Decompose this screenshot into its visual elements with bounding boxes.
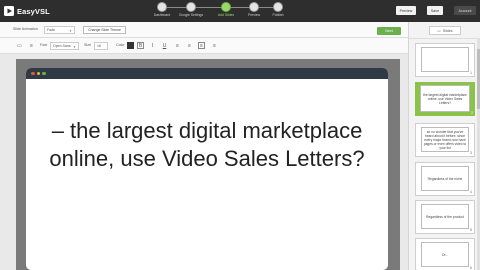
preview-button[interactable]: Preview — [396, 6, 416, 15]
font-select[interactable]: Open Sans ▼ — [50, 42, 79, 50]
align-center-icon[interactable]: ≡ — [186, 42, 193, 49]
slide-preview-window[interactable]: – the largest digital marketplace online… — [26, 68, 388, 270]
slide-thumbnail[interactable]: Regardless of the niche 4 — [415, 162, 475, 196]
preview-button-label: Preview — [399, 8, 413, 13]
top-bar: EasyVSL Dashboard Google Settings Add Sl… — [0, 0, 480, 22]
close-dot-icon — [31, 71, 35, 76]
thumbnail-number: 2 — [471, 111, 473, 115]
text-format-toolbar: ▭ ≡ Font Open Sans ▼ Size 16 Color B I U… — [0, 38, 408, 54]
slides-icon: ▭ — [437, 28, 441, 33]
step-label: Dashboard — [153, 13, 171, 17]
next-button[interactable]: Next — [377, 27, 401, 35]
logo-icon — [4, 6, 14, 16]
size-value: 16 — [97, 44, 101, 48]
account-button[interactable]: Account — [454, 6, 476, 15]
thumbnail-preview: the largest digital marketplace online, … — [420, 85, 470, 112]
slides-panel: ▭ Slides 1 the largest digital marketpla… — [408, 22, 480, 270]
thumbnail-text: Regardless of the niche — [427, 176, 463, 181]
slides-panel-header: ▭ Slides — [409, 22, 480, 39]
slide-thumbnail[interactable]: Or... 6 — [415, 238, 475, 270]
list-icon[interactable]: ≡ — [28, 42, 35, 49]
align-left-icon[interactable]: ≡ — [174, 42, 181, 49]
step-label: Publish — [272, 13, 284, 17]
font-label: Font — [40, 43, 48, 47]
save-button-label: Save — [430, 8, 440, 13]
slide-toolbar: Slide Animation Fade ▼ Change Slide Them… — [0, 22, 408, 38]
chevron-down-icon: ▼ — [73, 45, 76, 49]
change-slide-theme-label: Change Slide Theme — [88, 28, 121, 32]
slide-thumbnail[interactable]: 1 — [415, 43, 475, 77]
thumbnail-number: 3 — [470, 151, 472, 155]
step-dot — [186, 2, 196, 12]
progress-steps: Dashboard Google Settings Add Slides Pre… — [150, 0, 290, 22]
app-name: EasyVSL — [17, 6, 50, 16]
thumbnail-preview: Regardless of the niche — [421, 166, 469, 191]
thumbnail-text: so no wonder that you've heard about it … — [423, 129, 467, 150]
thumbnail-text: Regardless of the product — [426, 214, 464, 219]
step-dashboard[interactable]: Dashboard — [148, 2, 176, 17]
step-dot — [221, 2, 231, 12]
slides-button-label: Slides — [442, 28, 453, 33]
thumbnail-preview: Or... — [421, 242, 469, 267]
step-label: Add Slides — [217, 13, 235, 17]
slide-animation-select[interactable]: Fade ▼ — [44, 26, 75, 34]
maximize-dot-icon — [42, 71, 46, 76]
thumbnail-preview: Regardless of the product — [421, 204, 469, 229]
change-slide-theme-button[interactable]: Change Slide Theme — [83, 26, 126, 34]
save-button[interactable]: Save — [427, 6, 443, 15]
window-title-bar — [26, 68, 388, 79]
slide-thumbnail-selected[interactable]: the largest digital marketplace online, … — [415, 82, 475, 116]
minimize-dot-icon — [36, 71, 40, 76]
align-justify-icon[interactable]: ≡ — [198, 42, 205, 49]
thumbnail-text: the largest digital marketplace online, … — [423, 92, 467, 105]
thumbnail-text: Or... — [441, 252, 449, 257]
bold-icon[interactable]: B — [137, 42, 144, 49]
step-dot — [273, 2, 283, 12]
step-dot — [249, 2, 259, 12]
slide-animation-value: Fade — [47, 28, 55, 32]
font-value: Open Sans — [53, 44, 71, 48]
insert-slide-icon[interactable]: ▭ — [16, 42, 23, 49]
app-logo[interactable]: EasyVSL — [4, 4, 50, 18]
thumbnail-number: 1 — [470, 71, 472, 75]
slides-button[interactable]: ▭ Slides — [429, 26, 461, 35]
step-publish[interactable]: Publish — [264, 2, 292, 17]
slide-animation-label: Slide Animation — [13, 27, 38, 31]
account-button-label: Account — [458, 8, 472, 13]
step-dot — [157, 2, 167, 12]
thumbnail-number: 5 — [470, 228, 472, 232]
color-swatch[interactable] — [127, 42, 134, 49]
size-select[interactable]: 16 — [94, 42, 108, 50]
color-label: Color — [116, 43, 125, 47]
chevron-down-icon: ▼ — [69, 29, 72, 33]
align-right-icon[interactable]: ≡ — [211, 42, 218, 49]
step-add-slides[interactable]: Add Slides — [212, 2, 240, 17]
thumbnail-preview: so no wonder that you've heard about it … — [421, 127, 469, 152]
slide-thumbnail[interactable]: Regardless of the product 5 — [415, 200, 475, 234]
italic-icon[interactable]: I — [149, 42, 156, 49]
step-google-settings[interactable]: Google Settings — [177, 2, 205, 17]
slide-text[interactable]: – the largest digital marketplace online… — [26, 117, 388, 173]
underline-icon[interactable]: U — [161, 42, 168, 49]
next-button-label: Next — [385, 29, 393, 33]
slide-thumbnail[interactable]: so no wonder that you've heard about it … — [415, 123, 475, 157]
step-label: Google Settings — [178, 13, 204, 17]
size-label: Size — [84, 43, 91, 47]
thumbnail-number: 6 — [470, 266, 472, 270]
thumbnail-preview — [421, 47, 469, 72]
thumbnail-number: 4 — [470, 190, 472, 194]
